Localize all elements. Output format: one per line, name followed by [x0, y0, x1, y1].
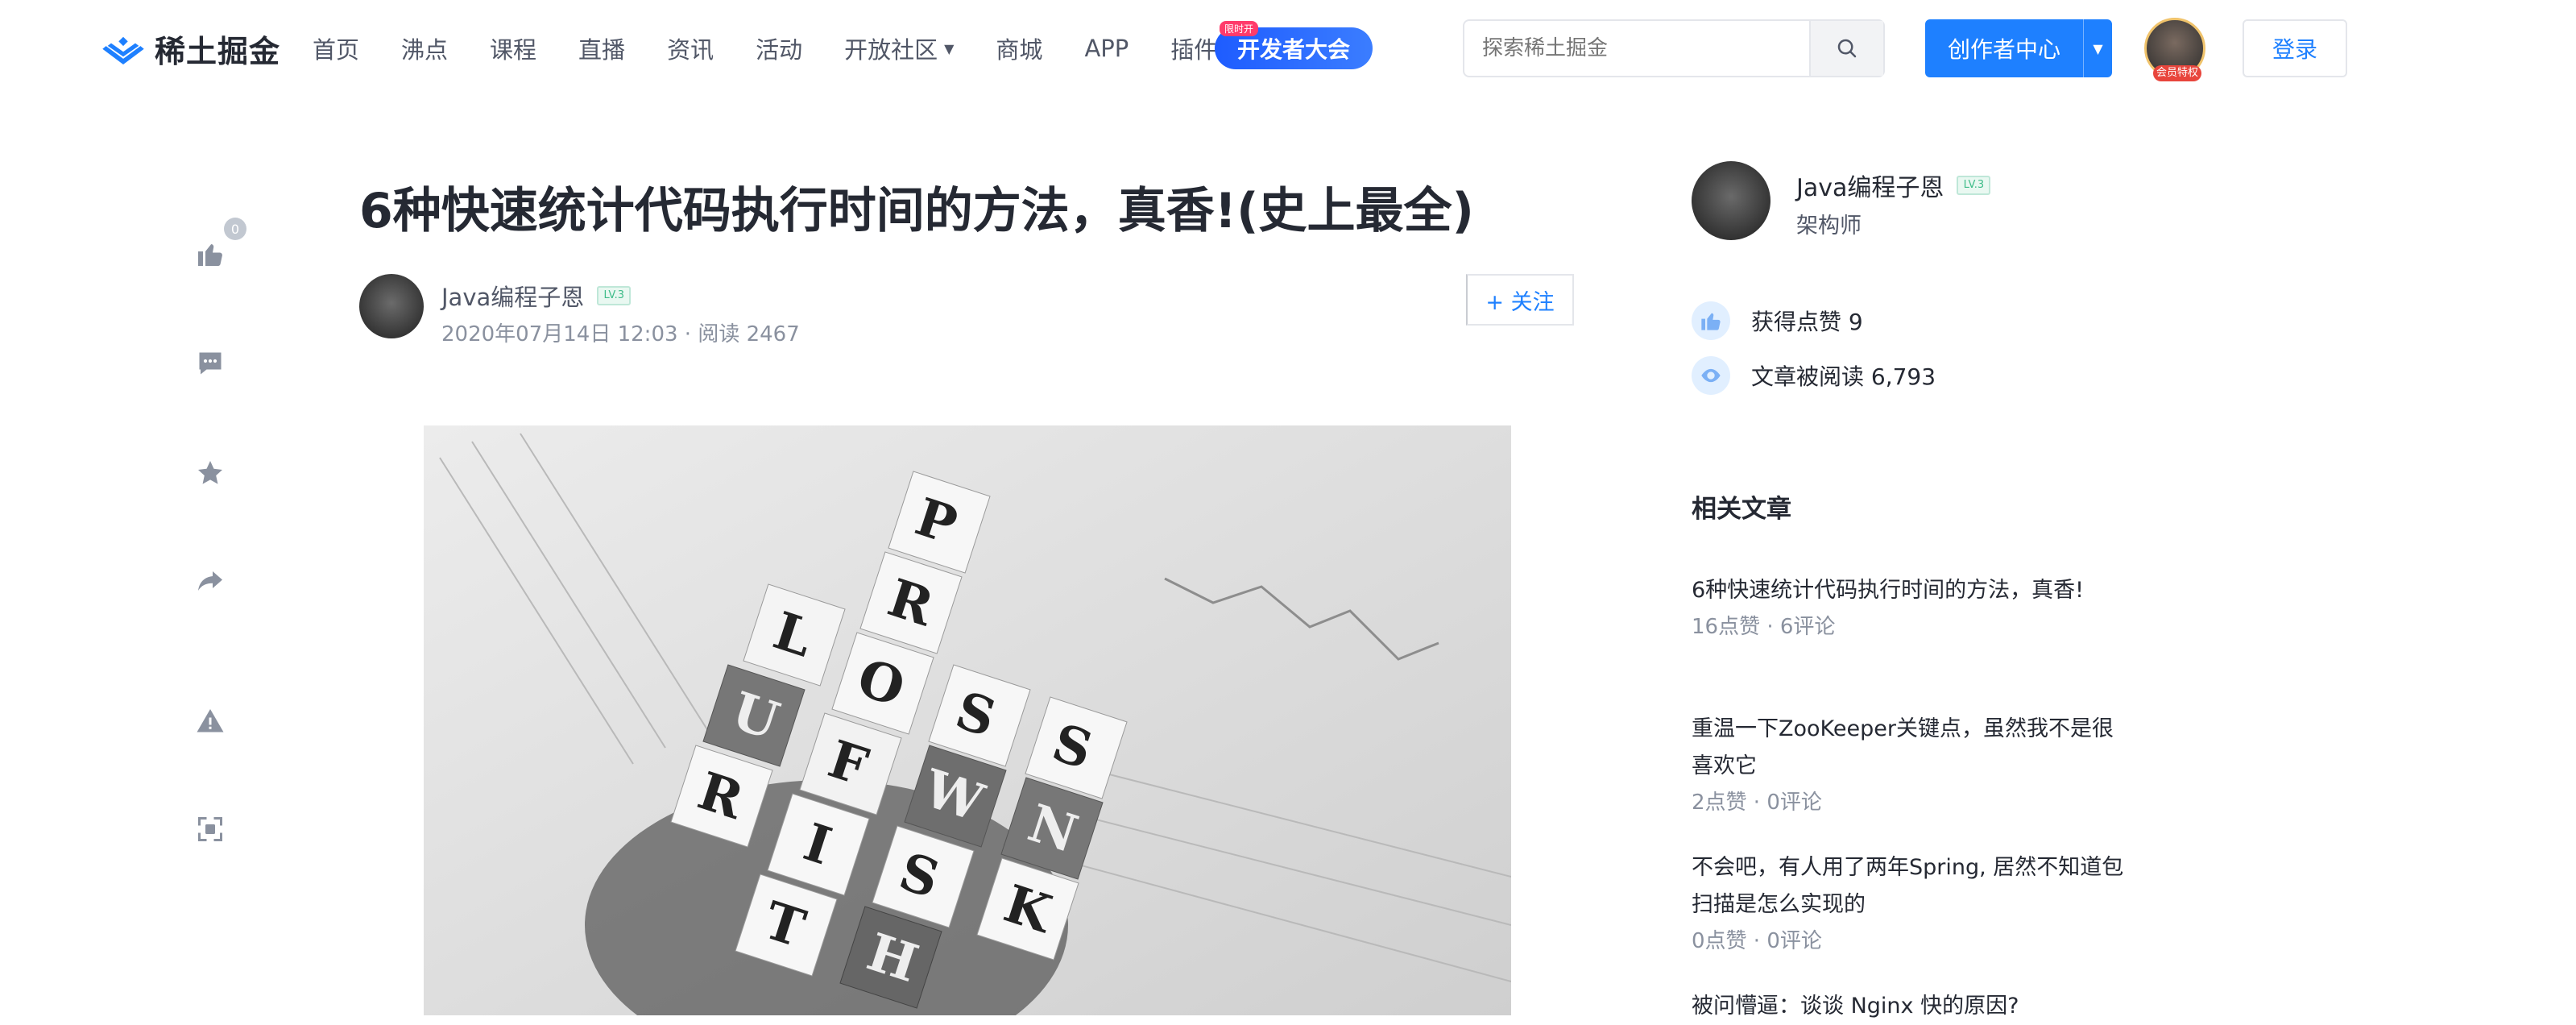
thumbs-up-icon — [1692, 301, 1730, 340]
collect-button[interactable] — [182, 445, 238, 501]
report-button[interactable] — [182, 693, 238, 749]
search-input[interactable] — [1464, 21, 1809, 76]
caret-down-icon[interactable]: ▼ — [2083, 19, 2112, 77]
reads-stat-label: 文章被阅读 6,793 — [1751, 363, 1936, 390]
related-article-title: 被问懵逼：谈谈 Nginx 快的原因? — [1692, 994, 2019, 1019]
share-button[interactable] — [182, 553, 238, 609]
sidebar-author-level-badge: LV.3 — [1957, 176, 1991, 195]
vip-tag: 会员特权 — [2153, 65, 2201, 81]
reads-stat: 文章被阅读 6,793 — [1692, 353, 1936, 398]
star-icon — [198, 461, 222, 484]
nav-item-plugins[interactable]: 插件 — [1170, 31, 1217, 65]
related-article-title: 6种快速统计代码执行时间的方法，真香! — [1692, 578, 2085, 603]
comment-icon — [199, 352, 222, 375]
sidebar-author-name-row: Java编程子恩 LV.3 — [1796, 168, 1991, 203]
related-article-meta: 2点赞 · 0评论 — [1692, 791, 1822, 815]
developer-conference-badge[interactable]: 限时开 开发者大会 — [1215, 21, 1373, 69]
nav-item-live[interactable]: 直播 — [578, 31, 625, 65]
login-button[interactable]: 登录 — [2243, 19, 2347, 77]
like-count-badge: 0 — [224, 218, 246, 240]
related-article[interactable]: 被问懵逼：谈谈 Nginx 快的原因? — [1692, 988, 2127, 1025]
comment-button[interactable] — [182, 335, 238, 392]
fullscreen-icon — [198, 817, 222, 841]
nav-item-open-community[interactable]: 开放社区 ▼ — [844, 31, 954, 65]
related-article[interactable]: 不会吧，有人用了两年Spring, 居然不知道包扫描是怎么实现的 0点赞 · 0… — [1692, 849, 2127, 959]
dev-badge-label: 开发者大会 — [1236, 36, 1350, 63]
related-articles-heading: 相关文章 — [1692, 495, 1791, 524]
nav-item-home[interactable]: 首页 — [313, 31, 359, 65]
search-icon — [1837, 39, 1857, 58]
search-button[interactable] — [1809, 21, 1883, 76]
likes-stat-label: 获得点赞 9 — [1751, 309, 1863, 335]
nav-item-pins[interactable]: 沸点 — [401, 31, 448, 65]
author-info: Java编程子恩 LV.3 2020年07月14日 12:03 · 阅读 246… — [359, 274, 1584, 347]
article-meta: 2020年07月14日 12:03 · 阅读 2467 — [441, 322, 800, 347]
author-name-row: Java编程子恩 LV.3 — [441, 279, 632, 313]
related-article-meta: 16点赞 · 6评论 — [1692, 615, 1836, 639]
nav-item-shop[interactable]: 商城 — [996, 31, 1042, 65]
thumbs-up-icon — [198, 244, 222, 266]
author-level-badge: LV.3 — [597, 286, 632, 305]
article-cover-image: P R L O S S U F W N R I S K T H — [424, 425, 1511, 1015]
follow-button[interactable]: + 关注 — [1466, 274, 1574, 326]
main-nav: 首页 沸点 课程 直播 资讯 活动 开放社区 ▼ 商城 APP 插件 — [313, 31, 1259, 66]
nav-item-courses[interactable]: 课程 — [490, 31, 536, 65]
sidebar-author-name[interactable]: Java编程子恩 — [1796, 168, 1944, 203]
caret-down-icon: ▼ — [944, 40, 955, 56]
creator-center-button[interactable]: 创作者中心 ▼ — [1925, 19, 2112, 77]
nav-item-events[interactable]: 活动 — [756, 31, 802, 65]
brand-name: 稀土掘金 — [155, 33, 281, 69]
vip-avatar[interactable]: 会员特权 — [2144, 18, 2205, 81]
dev-badge-tag: 限时开 — [1220, 21, 1259, 36]
likes-stat: 获得点赞 9 — [1692, 298, 1863, 343]
nav-item-news[interactable]: 资讯 — [667, 31, 714, 65]
nav-item-app[interactable]: APP — [1084, 35, 1129, 62]
focus-mode-button[interactable] — [182, 801, 238, 857]
like-button[interactable]: 0 — [182, 218, 246, 282]
author-name[interactable]: Java编程子恩 — [441, 279, 584, 313]
related-article[interactable]: 重温一下ZooKeeper关键点，虽然我不是很喜欢它 2点赞 · 0评论 — [1692, 711, 2127, 820]
juejin-logo[interactable]: 稀土掘金 — [100, 27, 280, 69]
sidebar-author-job: 架构师 — [1796, 214, 1862, 239]
author-avatar[interactable] — [359, 274, 424, 338]
warning-icon — [197, 709, 224, 732]
related-article-meta: 0点赞 · 0评论 — [1692, 929, 1822, 953]
juejin-logo-icon — [102, 36, 144, 64]
article-title: 6种快速统计代码执行时间的方法，真香!(史上最全) — [359, 183, 1474, 239]
share-icon — [198, 571, 222, 591]
top-header: 稀土掘金 首页 沸点 课程 直播 资讯 活动 开放社区 ▼ 商城 APP 插件 … — [0, 0, 2576, 97]
search-box — [1463, 19, 1885, 77]
sidebar-author-avatar[interactable] — [1692, 161, 1770, 240]
cover-image-dice-letters: P R L O S S U F W N R I S K T H — [424, 425, 1511, 1015]
article-header: 6种快速统计代码执行时间的方法，真香!(史上最全) Java编程子恩 LV.3 … — [359, 177, 1584, 347]
eye-icon — [1692, 356, 1730, 395]
related-article-title: 重温一下ZooKeeper关键点，虽然我不是很喜欢它 — [1692, 716, 2114, 778]
creator-center-label: 创作者中心 — [1947, 36, 2060, 63]
related-article-title: 不会吧，有人用了两年Spring, 居然不知道包扫描是怎么实现的 — [1692, 855, 2124, 917]
nav-item-open-community-label: 开放社区 — [844, 36, 938, 64]
related-article[interactable]: 6种快速统计代码执行时间的方法，真香! 16点赞 · 6评论 — [1692, 572, 2127, 645]
